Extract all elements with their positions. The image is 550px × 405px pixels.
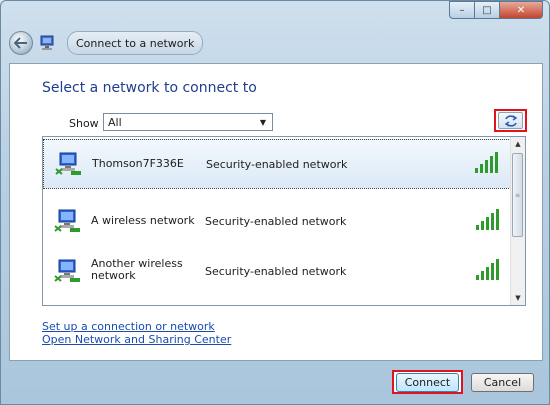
network-list[interactable]: Thomson7F336E Security-enabled network A… <box>42 136 526 306</box>
network-list-scrollbar[interactable]: ▲ ≡ ▼ <box>510 137 525 305</box>
wireless-network-icon <box>54 209 80 232</box>
minimize-button[interactable]: – <box>449 1 475 19</box>
network-row-another[interactable]: Another wireless network Security-enable… <box>43 247 513 297</box>
chevron-down-icon: ▼ <box>259 117 267 127</box>
scroll-up-icon[interactable]: ▲ <box>511 137 525 151</box>
window-frame: – □ ✕ Connect to a network Select a netw… <box>0 0 550 405</box>
page-title: Select a network to connect to <box>42 80 257 96</box>
back-button[interactable] <box>9 31 33 55</box>
signal-strength-icon <box>476 259 499 280</box>
close-button[interactable]: ✕ <box>500 1 543 19</box>
content-panel: Select a network to connect to Show All … <box>9 63 543 361</box>
network-security: Security-enabled network <box>205 265 347 278</box>
back-arrow-icon <box>14 37 27 49</box>
signal-strength-icon <box>476 209 499 230</box>
show-filter-value: All <box>108 115 122 129</box>
setup-connection-link[interactable]: Set up a connection or network <box>42 320 215 333</box>
maximize-button[interactable]: □ <box>475 1 500 19</box>
wireless-network-icon <box>55 152 81 175</box>
cancel-button[interactable]: Cancel <box>471 373 534 392</box>
connect-button[interactable]: Connect <box>396 373 459 392</box>
network-security: Security-enabled network <box>205 215 347 228</box>
network-name: A wireless network <box>91 214 195 227</box>
network-row-wireless[interactable]: A wireless network Security-enabled netw… <box>43 197 513 247</box>
connect-highlight: Connect <box>392 370 463 394</box>
scroll-down-icon[interactable]: ▼ <box>511 291 525 305</box>
show-filter-dropdown[interactable]: All ▼ <box>103 113 273 131</box>
scroll-thumb[interactable]: ≡ <box>512 153 523 237</box>
signal-strength-icon <box>475 152 498 173</box>
nav-title: Connect to a network <box>67 31 204 55</box>
wireless-network-icon <box>54 259 80 282</box>
network-sharing-center-link[interactable]: Open Network and Sharing Center <box>42 333 231 346</box>
refresh-button[interactable] <box>494 109 527 132</box>
network-security: Security-enabled network <box>206 158 348 171</box>
show-label: Show <box>69 117 99 130</box>
network-name: Thomson7F336E <box>92 157 184 170</box>
network-row-thomson[interactable]: Thomson7F336E Security-enabled network <box>43 139 513 189</box>
network-name: Another wireless network <box>91 257 183 282</box>
navigation-bar: Connect to a network <box>9 29 204 57</box>
network-icon <box>40 35 54 50</box>
refresh-icon <box>504 114 517 127</box>
caption-buttons: – □ ✕ <box>449 1 543 19</box>
